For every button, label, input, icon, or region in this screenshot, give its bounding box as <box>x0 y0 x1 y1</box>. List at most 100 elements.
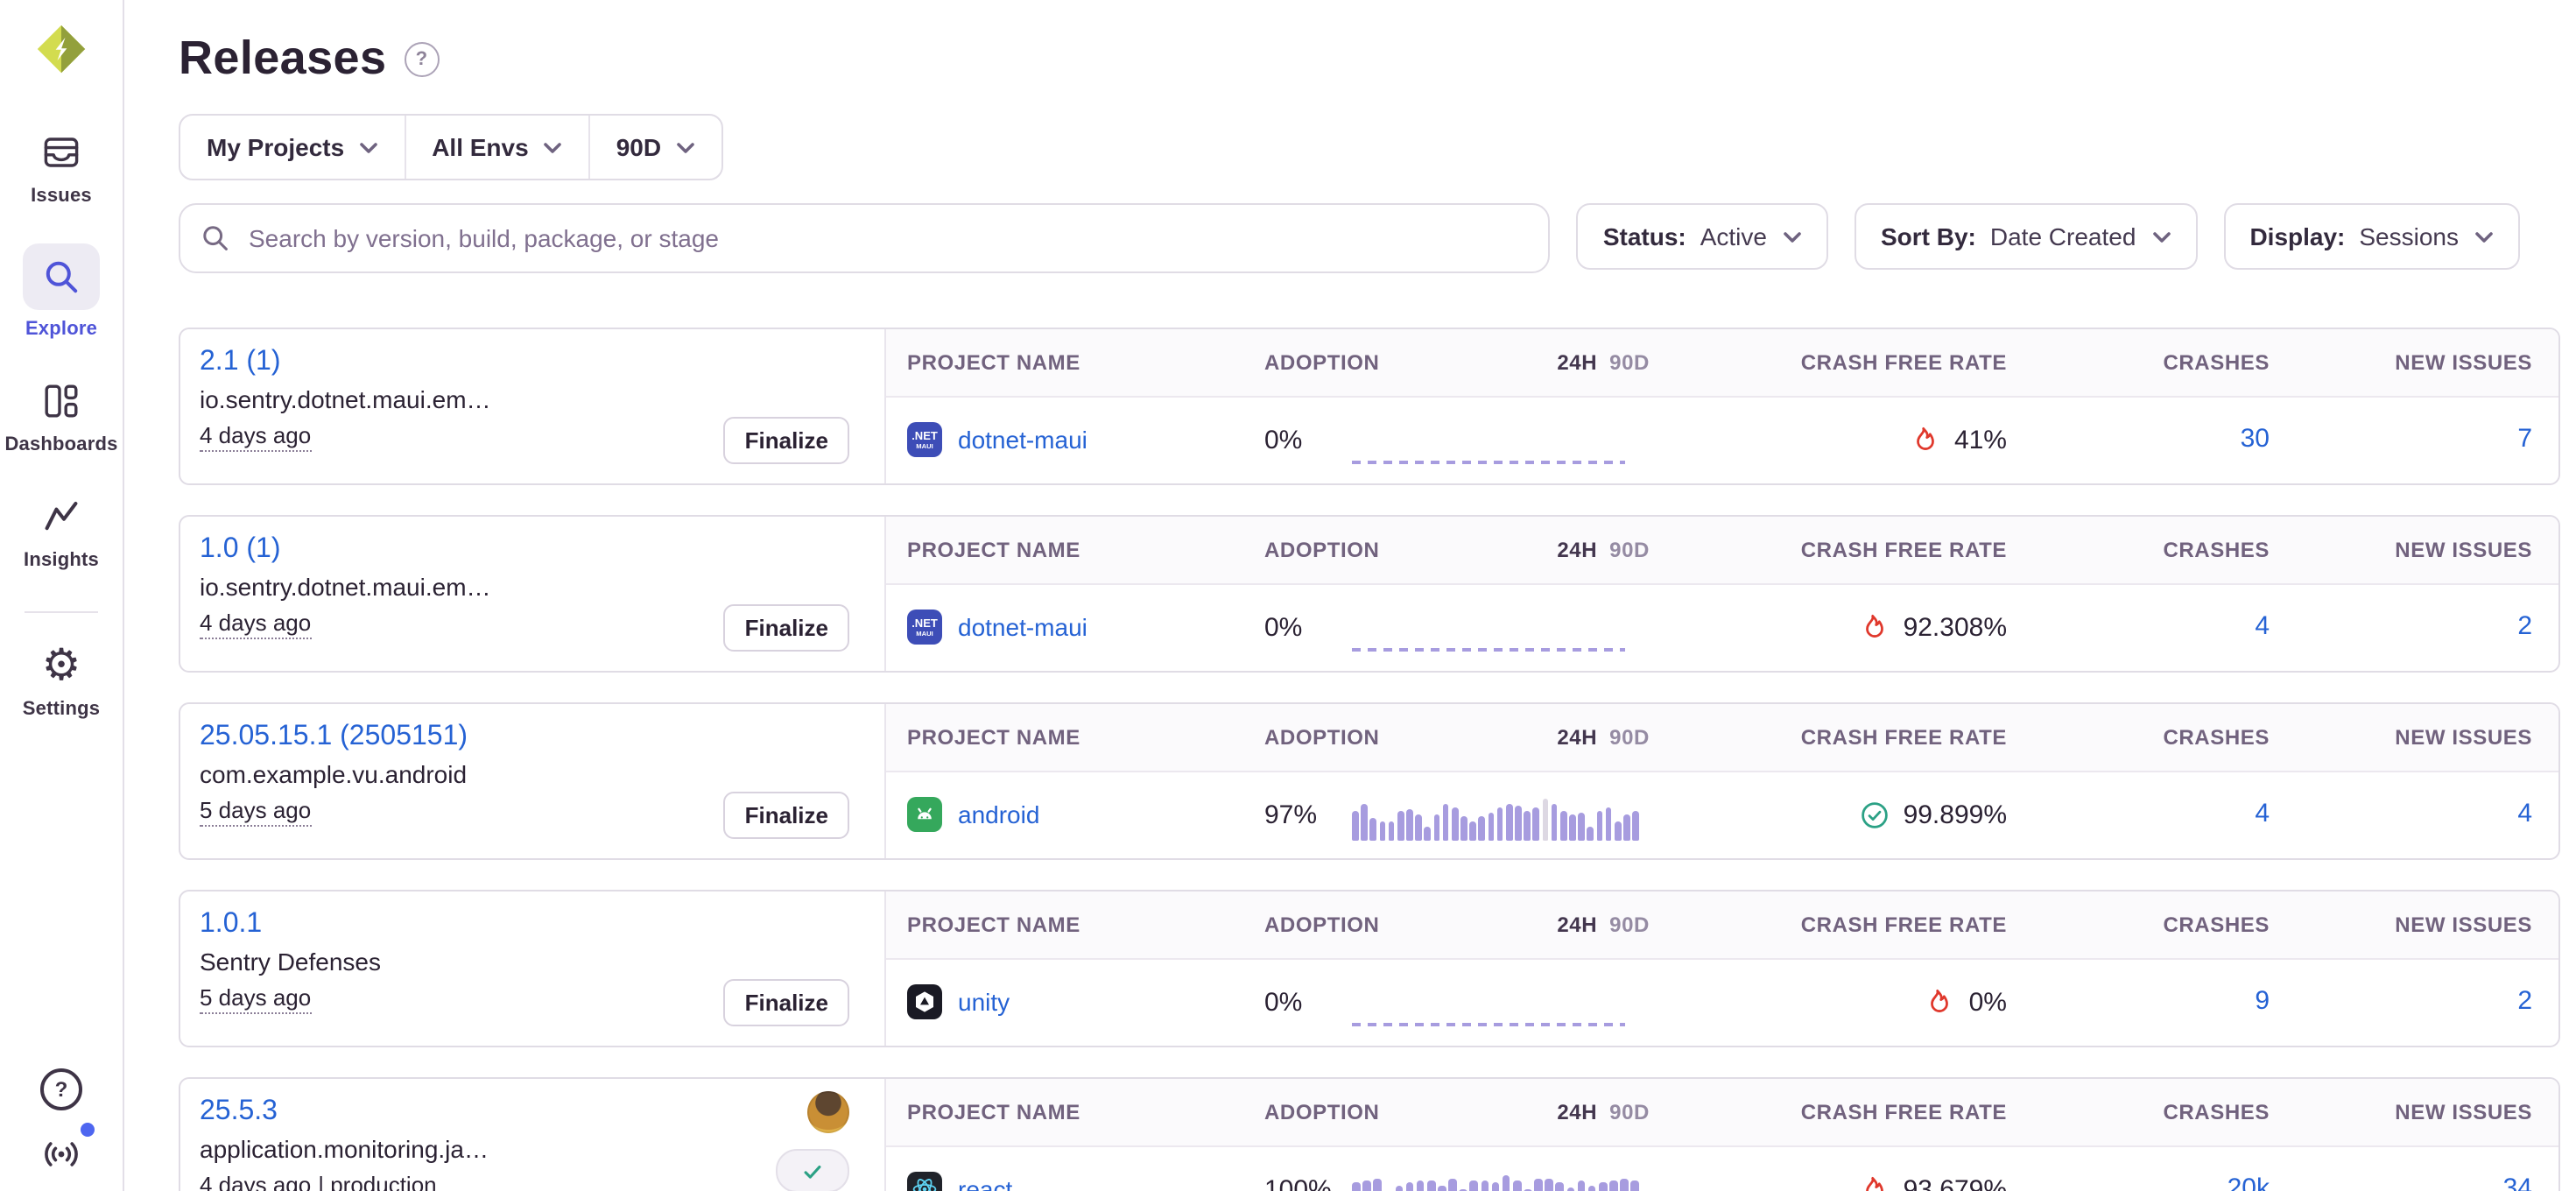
release-version-link[interactable]: 25.5.3 <box>200 1093 278 1130</box>
range-24h-toggle[interactable]: 24H <box>1557 913 1597 937</box>
new-issues-header: NEW ISSUES <box>2270 538 2532 562</box>
adoption-bar <box>1588 1186 1596 1191</box>
sidebar-item-explore[interactable]: Explore <box>5 243 117 340</box>
finalize-button[interactable]: Finalize <box>724 979 849 1026</box>
range-24h-toggle[interactable]: 24H <box>1557 1100 1597 1124</box>
release-version-link[interactable]: 1.0.1 <box>200 906 262 942</box>
new-issues-cell: 7 <box>2270 425 2532 456</box>
release-version-link[interactable]: 25.05.15.1 (2505151) <box>200 718 468 755</box>
range-90d-toggle[interactable]: 90D <box>1609 913 1650 937</box>
release-card: 25.05.15.1 (2505151) com.example.vu.andr… <box>179 702 2560 860</box>
new-issues-link[interactable]: 34 <box>2503 1174 2532 1191</box>
adoption-bar <box>1488 813 1494 841</box>
adoption-bar <box>1438 1186 1446 1191</box>
adoption-bar <box>1606 807 1612 841</box>
release-created-ago[interactable]: 5 days ago <box>200 797 311 827</box>
sidebar-item-issues[interactable]: Issues <box>5 128 117 207</box>
view-cell: View <box>2532 418 2560 463</box>
search-icon <box>23 243 100 310</box>
issues-icon <box>37 128 86 177</box>
release-summary: 1.0 (1) io.sentry.dotnet.maui.em… 4 days… <box>180 517 886 671</box>
new-issues-link[interactable]: 4 <box>2517 800 2532 829</box>
date-range-filter-label: 90D <box>616 133 661 161</box>
crash-free-cell: 92.308% <box>1650 613 2007 643</box>
project-link[interactable]: dotnet-maui <box>958 614 1087 642</box>
adoption-bar <box>1406 809 1412 841</box>
search-box[interactable] <box>179 203 1551 273</box>
adoption-bar <box>1609 1180 1617 1191</box>
project-cell: react <box>907 1173 1264 1191</box>
adoption-bar <box>1442 804 1448 841</box>
new-issues-link[interactable]: 7 <box>2517 425 2532 455</box>
environment-filter-dropdown[interactable]: All Envs <box>404 116 588 179</box>
adoption-bar <box>1506 804 1512 841</box>
project-link[interactable]: react <box>958 1176 1012 1191</box>
sentry-logo[interactable] <box>35 23 88 75</box>
sidebar-item-dashboards[interactable]: Dashboards <box>5 377 117 455</box>
crash-free-rate-header: CRASH FREE RATE <box>1650 350 2007 375</box>
crashes-link[interactable]: 20k <box>2228 1174 2270 1191</box>
crashes-link[interactable]: 9 <box>2255 987 2270 1017</box>
adoption-header: ADOPTION <box>1264 350 1352 375</box>
range-24h-toggle[interactable]: 24H <box>1557 350 1597 375</box>
chevron-down-icon <box>358 141 377 153</box>
range-90d-toggle[interactable]: 90D <box>1609 725 1650 750</box>
broadcast-icon[interactable] <box>40 1133 82 1184</box>
new-issues-link[interactable]: 2 <box>2517 987 2532 1017</box>
project-link[interactable]: unity <box>958 989 1010 1017</box>
release-version-link[interactable]: 2.1 (1) <box>200 343 281 380</box>
project-link[interactable]: dotnet-maui <box>958 426 1087 455</box>
finalized-badge[interactable] <box>776 1149 849 1191</box>
finalize-button[interactable]: Finalize <box>724 792 849 839</box>
display-dropdown[interactable]: Display: Sessions <box>2223 203 2520 270</box>
release-created-ago[interactable]: 4 days ago <box>200 422 311 452</box>
release-author-avatar[interactable] <box>807 1091 849 1133</box>
range-90d-toggle[interactable]: 90D <box>1609 1100 1650 1124</box>
crash-free-cell: 0% <box>1650 988 2007 1018</box>
new-issues-cell: 2 <box>2270 987 2532 1018</box>
sidebar-item-settings[interactable]: ⚙ Settings <box>5 641 117 720</box>
display-label: Display: <box>2249 222 2345 250</box>
sort-by-dropdown[interactable]: Sort By: Date Created <box>1855 203 2197 270</box>
project-link[interactable]: android <box>958 801 1039 829</box>
adoption-bar <box>1560 811 1566 841</box>
release-created-ago[interactable]: 4 days ago <box>200 610 311 639</box>
finalize-button[interactable]: Finalize <box>724 417 849 464</box>
search-input[interactable] <box>245 222 1528 254</box>
range-90d-toggle[interactable]: 90D <box>1609 538 1650 562</box>
help-icon[interactable]: ? <box>40 1068 82 1110</box>
release-package: Sentry Defenses <box>200 946 381 979</box>
finalize-button[interactable]: Finalize <box>724 604 849 652</box>
adoption-bar <box>1479 816 1485 841</box>
adoption-bar <box>1395 1186 1403 1191</box>
crashes-link[interactable]: 4 <box>2255 800 2270 829</box>
release-created-ago[interactable]: 5 days ago <box>200 984 311 1014</box>
adoption-bar <box>1534 1179 1542 1191</box>
sidebar-item-insights[interactable]: Insights <box>5 492 117 571</box>
range-90d-toggle[interactable]: 90D <box>1609 350 1650 375</box>
range-24h-toggle[interactable]: 24H <box>1557 538 1597 562</box>
release-version-link[interactable]: 1.0 (1) <box>200 531 281 567</box>
crashes-header: CRASHES <box>2007 725 2270 750</box>
release-project-table: PROJECT NAME ADOPTION 24H90D CRASH FREE … <box>886 891 2558 1046</box>
crashes-link[interactable]: 30 <box>2241 425 2270 455</box>
release-project-table: PROJECT NAME ADOPTION 24H90D CRASH FREE … <box>886 517 2558 671</box>
view-cell: View <box>2532 980 2560 1025</box>
project-name-header: PROJECT NAME <box>907 913 1264 937</box>
adoption-bar <box>1388 821 1394 841</box>
new-issues-link[interactable]: 2 <box>2517 612 2532 642</box>
projects-filter-dropdown[interactable]: My Projects <box>180 116 404 179</box>
adoption-chart <box>1352 1170 1639 1191</box>
range-24h-toggle[interactable]: 24H <box>1557 725 1597 750</box>
release-environment: | production <box>318 1172 436 1191</box>
release-project-table: PROJECT NAME ADOPTION 24H90D CRASH FREE … <box>886 1079 2558 1191</box>
date-range-filter-dropdown[interactable]: 90D <box>588 116 721 179</box>
status-dropdown[interactable]: Status: Active <box>1577 203 1828 270</box>
release-created-ago[interactable]: 4 days ago <box>200 1172 311 1191</box>
page-help-icon[interactable]: ? <box>404 41 439 76</box>
crashes-link[interactable]: 4 <box>2255 612 2270 642</box>
adoption-bar <box>1542 799 1548 841</box>
chevron-down-icon <box>675 141 694 153</box>
release-card: 25.5.3 application.monitoring.ja… 4 days… <box>179 1077 2560 1191</box>
adoption-range-header: 24H 90D <box>1352 350 1650 375</box>
